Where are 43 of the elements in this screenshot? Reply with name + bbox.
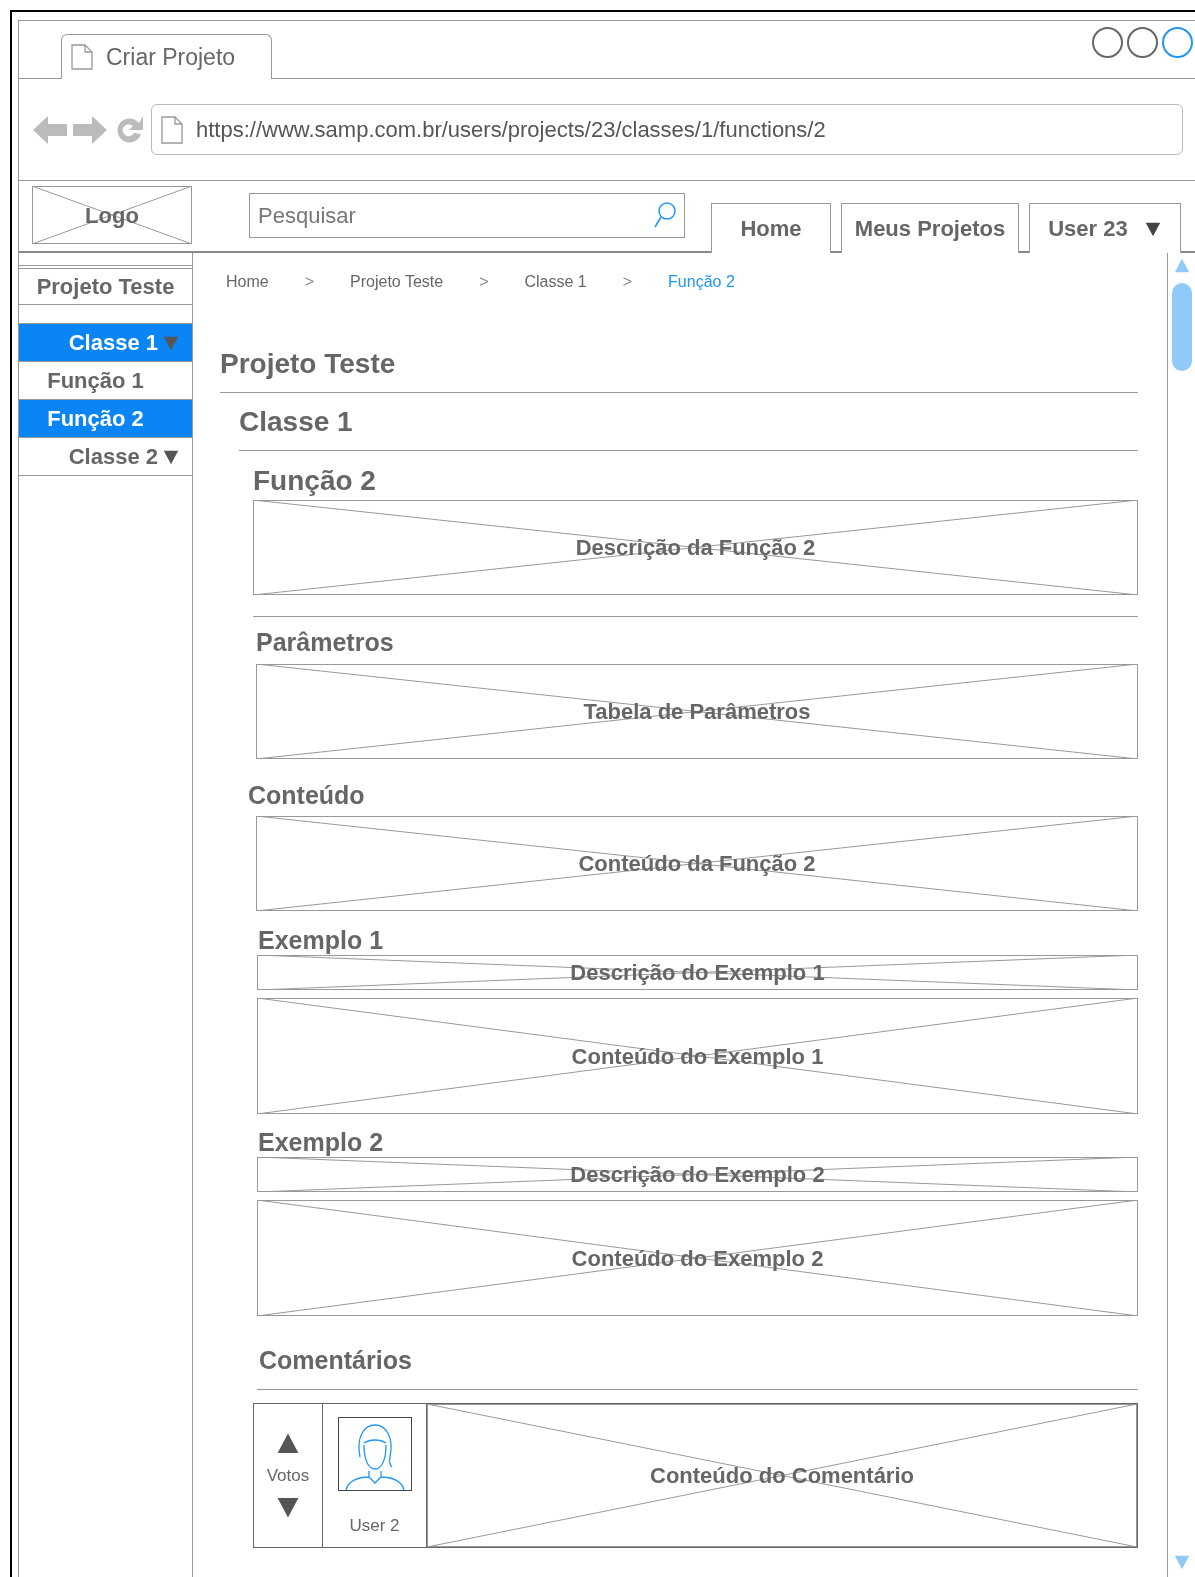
window-control-icon[interactable] xyxy=(1092,27,1123,58)
window-control-icon[interactable] xyxy=(1162,27,1193,58)
scroll-thumb[interactable] xyxy=(1171,283,1192,371)
url-field[interactable]: https://www.samp.com.br/users/projects/23/classes/1/functions/2 xyxy=(151,104,1183,155)
scroll-up-icon[interactable] xyxy=(1172,257,1191,275)
project-heading: Projeto Teste xyxy=(220,348,397,380)
example-heading: Exemplo 2 xyxy=(257,1127,385,1157)
back-arrow-icon[interactable] xyxy=(33,113,67,146)
forward-arrow-icon[interactable] xyxy=(73,113,107,146)
sidebar-item[interactable]: Função 2 xyxy=(19,400,192,438)
votes-label: Votos xyxy=(266,1464,310,1487)
search-icon[interactable] xyxy=(653,201,677,229)
sidebar-item[interactable]: Classe 1 xyxy=(19,324,192,362)
nav-tab[interactable]: User 23 xyxy=(1029,203,1181,253)
browser-tab[interactable]: Criar Projeto xyxy=(61,34,272,79)
search-field[interactable]: Pesquisar xyxy=(249,193,685,238)
nav-tab[interactable]: Meus Projetos xyxy=(841,203,1019,253)
breadcrumb-link[interactable]: Função 2 xyxy=(668,270,735,294)
placeholder-label: Conteúdo do Exemplo 2 xyxy=(571,1244,824,1273)
class-heading: Classe 1 xyxy=(239,406,354,438)
section-heading: Comentários xyxy=(259,1345,413,1375)
function-heading: Função 2 xyxy=(253,465,377,497)
breadcrumb-link[interactable]: Classe 1 xyxy=(524,270,587,294)
breadcrumb-separator: > xyxy=(304,272,315,292)
comment-username: User 2 xyxy=(349,1515,400,1537)
example-heading: Exemplo 1 xyxy=(257,925,385,955)
nav-tab[interactable]: Home xyxy=(711,203,831,253)
breadcrumb-link[interactable]: Projeto Teste xyxy=(350,270,444,294)
placeholder-label: Descrição da Função 2 xyxy=(575,534,816,562)
placeholder-label: Conteúdo da Função 2 xyxy=(578,850,816,878)
avatar-icon xyxy=(337,1417,412,1491)
placeholder-label: Conteúdo do Comentário xyxy=(650,1462,914,1490)
page-icon xyxy=(160,115,184,144)
sidebar-title: Projeto Teste xyxy=(19,268,192,305)
window-control-icon[interactable] xyxy=(1127,27,1158,58)
placeholder-label: Conteúdo do Exemplo 1 xyxy=(571,1042,824,1071)
section-heading: Parâmetros xyxy=(256,627,395,657)
breadcrumb-separator: > xyxy=(622,272,633,292)
page-icon xyxy=(70,44,94,70)
breadcrumb-separator: > xyxy=(479,272,489,292)
scroll-down-icon[interactable] xyxy=(1172,1553,1191,1571)
section-heading: Conteúdo xyxy=(248,780,366,810)
breadcrumb-link[interactable]: Home xyxy=(226,270,269,294)
